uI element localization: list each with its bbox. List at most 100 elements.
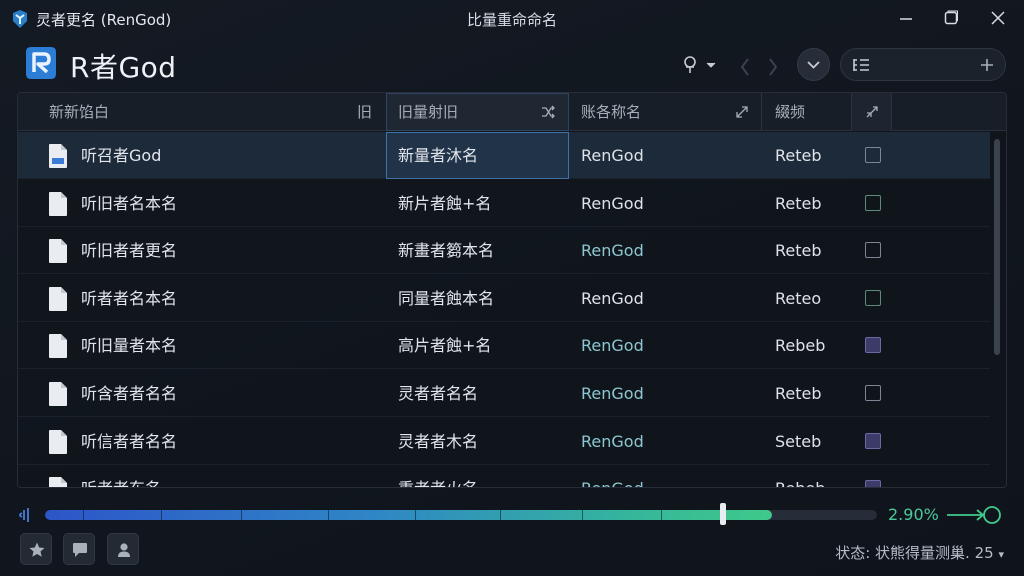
close-icon [991,11,1005,25]
column-header-short[interactable]: 旧 [357,93,372,131]
extension-cell: RenGod [581,193,644,213]
progress-tick [83,510,84,520]
row-checkbox[interactable] [865,147,881,163]
minimize-button[interactable] [886,4,926,32]
original-name-cell: 听者者名本名 [81,288,178,308]
pin-icon [684,56,716,73]
status-cell: Reteo [775,288,822,308]
new-name-cell[interactable]: 重者者火名 [398,465,478,487]
sound-wave-icon [19,508,29,522]
arrow-circle-icon[interactable] [945,503,1003,527]
chevron-down-icon [807,61,820,69]
progress-tick [500,510,501,520]
column-header-new-name[interactable]: 旧量射旧 [398,93,458,131]
forward-button[interactable] [766,55,780,79]
extension-cell: RenGod [581,241,644,261]
rengod-logo-icon [13,10,27,28]
new-name-cell[interactable]: 新片者蝕+名 [398,180,491,227]
progress-tick [328,510,329,520]
pin-button[interactable] [680,54,720,76]
new-name-cell[interactable]: 同量者蝕本名 [398,275,494,322]
file-icon [49,239,67,264]
favorite-button[interactable] [20,533,52,565]
table-row[interactable]: 听召者God 新量者沐名 RenGod Reteb [18,132,990,179]
maximize-icon [944,10,958,25]
app-window: 灵者更名 (RenGod) 比量重命命名 R者God 新新馅白 旧 旧量射旧 账… [0,0,1024,576]
status-cell: Reteb [775,384,822,403]
row-checkbox[interactable] [865,480,881,487]
user-button[interactable] [107,533,139,565]
table-row[interactable]: 听者者东名 重者者火名 RenGod Rebeb [18,465,990,487]
original-name-cell: 听召者God [81,146,162,165]
column-header-extension[interactable]: 账各称名 [581,93,641,131]
file-icon [49,382,67,406]
original-name-cell: 听旧者者更名 [81,241,178,261]
file-table: 新新馅白 旧 旧量射旧 账各称名 綴频 听召者God 新量者沐名 RenGod Ret… [17,92,1007,488]
table-row[interactable]: 听旧者名本名 新片者蝕+名 RenGod Reteb [18,180,990,227]
close-button[interactable] [978,4,1018,32]
status-text: 状态: 状熊得量测巢. 25 ▾ [835,542,1004,563]
minimize-icon [900,18,912,20]
file-icon [49,286,67,311]
new-name-cell[interactable]: 新畫者篘本名 [398,227,494,274]
new-name-cell[interactable]: 灵者者木名 [398,418,478,465]
status-cell: Reteb [775,193,822,213]
row-checkbox[interactable] [865,194,881,211]
status-cell: Retеb [775,241,822,261]
table-row[interactable]: 听含者者名名 灵者者名名 RenGod Reteb [18,370,990,417]
forward-icon [769,58,778,76]
sort-icon [866,106,878,118]
progress-tick [661,510,662,520]
shuffle-icon[interactable] [540,104,556,120]
row-checkbox[interactable] [865,432,881,449]
status-cell: Seteb [775,431,822,451]
expand-icon[interactable] [734,104,750,120]
new-name-cell[interactable]: 新量者沐名 [398,132,478,179]
rengod-logo-icon [26,47,56,79]
progress-tick [161,510,162,520]
table-row[interactable]: 听旧量者本名 高片者蝕+名 RenGod Rebeb [18,322,990,370]
column-header-status[interactable]: 綴频 [775,93,805,131]
column-header-select[interactable] [851,93,892,131]
progress-tick [415,510,416,520]
dropdown-button[interactable] [797,48,830,81]
file-icon [49,144,67,168]
maximize-button[interactable] [931,4,971,32]
comment-button[interactable] [63,533,95,565]
table-header: 新新馅白 旧 旧量射旧 账各称名 綴频 [18,93,1006,131]
app-name: R者God [70,51,177,84]
add-icon[interactable] [979,57,995,73]
back-icon [740,58,749,76]
status-cell: Rebeb [775,465,825,487]
table-row[interactable]: 听信者者名名 灵者者木名 RenGod Seteb [18,418,990,465]
progress-tick [241,510,242,520]
progress-handle[interactable] [720,503,726,525]
column-header-original-name[interactable]: 新新馅白 [49,93,109,131]
back-button[interactable] [738,55,752,79]
extension-cell: RenGod [581,288,644,308]
extension-cell: RenGod [581,384,644,403]
table-row[interactable]: 听旧者者更名 新畫者篘本名 RenGod Retеb [18,227,990,275]
file-icon [49,334,67,359]
extension-cell: RenGod [581,146,644,165]
table-row[interactable]: 听者者名本名 同量者蝕本名 RenGod Reteo [18,275,990,322]
progress-track [45,510,877,520]
column-divider[interactable] [761,93,762,131]
status-cell: Reteb [775,146,822,165]
extension-cell: RenGod [581,336,644,356]
status-cell: Rebeb [775,336,826,356]
row-checkbox[interactable] [865,289,881,306]
search-field[interactable] [840,48,1006,81]
status-label: 状态: 状熊得量测巢. 25 [835,544,994,562]
user-icon [118,543,130,557]
progress-percent: 2.90% [888,505,939,524]
new-name-cell[interactable]: 高片者蝕+名 [398,322,491,369]
new-name-cell[interactable]: 灵者者名名 [398,370,478,417]
vertical-scrollbar[interactable] [994,139,1000,355]
original-name-cell: 听信者者名名 [81,431,178,451]
row-checkbox[interactable] [865,242,881,259]
window-title: 灵者更名 (RenGod) [36,11,172,29]
row-checkbox[interactable] [865,385,881,401]
row-checkbox[interactable] [865,337,881,354]
chevron-down-icon[interactable]: ▾ [998,548,1004,561]
